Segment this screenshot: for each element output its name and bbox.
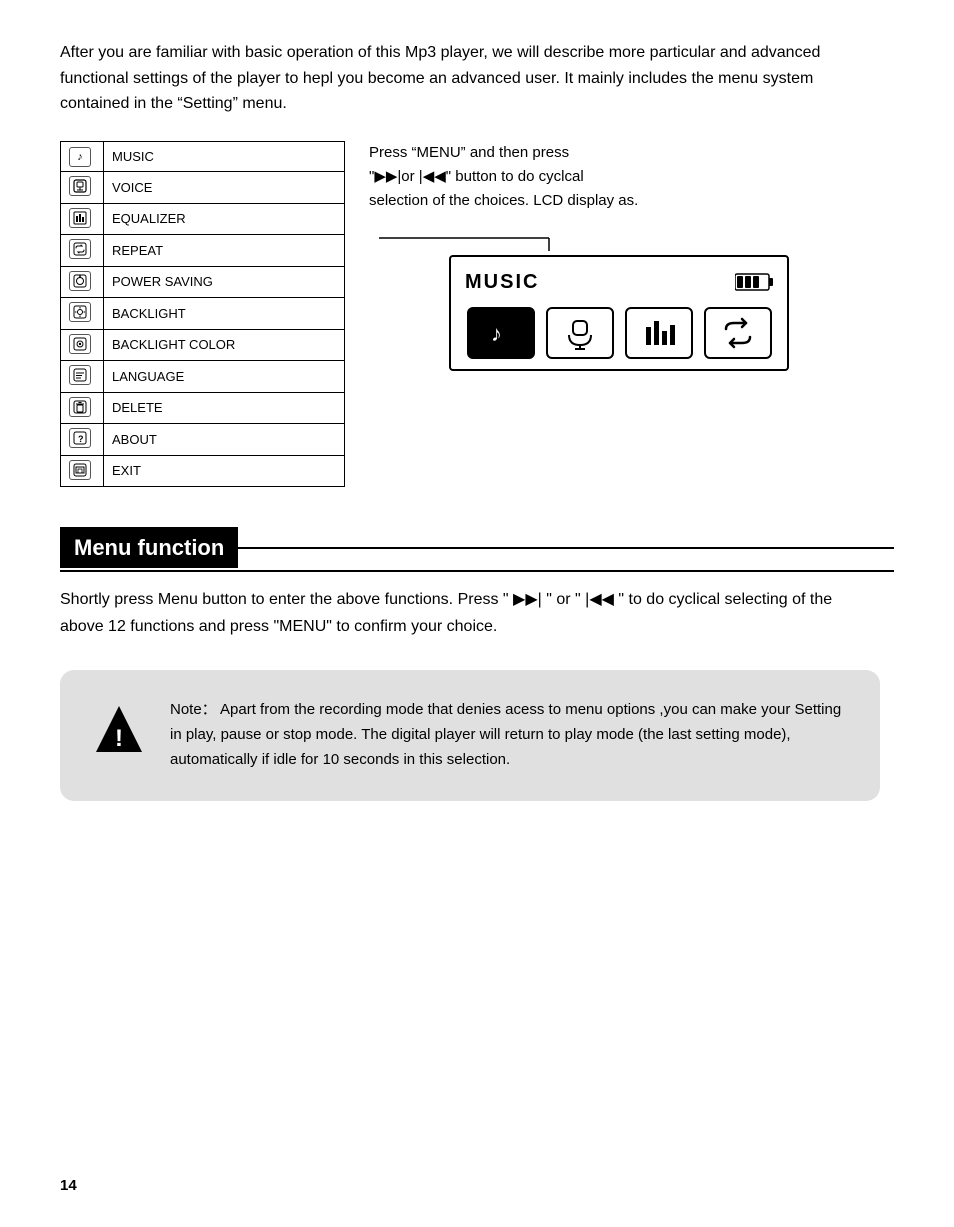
delete-icon — [69, 397, 91, 417]
music-icon-cell: ♪ — [61, 141, 104, 171]
music-icon: ♪ — [69, 147, 91, 167]
svg-text:?: ? — [78, 434, 84, 444]
table-row: BACKLIGHT — [61, 298, 345, 330]
menu-label-backlight-color: BACKLIGHT COLOR — [104, 329, 345, 361]
svg-text:!: ! — [115, 725, 123, 752]
section-title: Menu function — [60, 527, 238, 568]
menu-label-repeat: REPEAT — [104, 235, 345, 267]
table-row: POWER SAVING — [61, 266, 345, 298]
menu-label-backlight: BACKLIGHT — [104, 298, 345, 330]
warning-triangle-icon: ! — [92, 702, 146, 756]
language-icon-cell — [61, 361, 104, 393]
menu-label-voice: VOICE — [104, 172, 345, 204]
about-icon: ? — [69, 428, 91, 448]
desc-line3: selection of the choices. LCD display as… — [369, 192, 638, 209]
lcd-icons: ♪ — [465, 307, 773, 359]
desc-line1: Press “MENU” and then press — [369, 144, 569, 161]
page-number: 14 — [60, 1175, 77, 1198]
lcd-music-icon: ♪ — [467, 307, 535, 359]
equalizer-icon — [69, 208, 91, 228]
section-header: Menu function — [60, 527, 894, 572]
exit-icon — [69, 460, 91, 480]
menu-label-power-saving: POWER SAVING — [104, 266, 345, 298]
eq-icon-cell — [61, 203, 104, 235]
voice-icon-cell — [61, 172, 104, 204]
backlight-icon-cell — [61, 298, 104, 330]
backlight-color-icon — [69, 334, 91, 354]
menu-right-panel: Press “MENU” and then press "▶▶|or |◀◀" … — [369, 141, 789, 371]
table-row: ? ABOUT — [61, 424, 345, 456]
menu-function-text: Shortly press Menu button to enter the a… — [60, 586, 880, 640]
lcd-display: MUSIC ♪ — [449, 255, 789, 371]
backlight-color-icon-cell — [61, 329, 104, 361]
menu-label-exit: EXIT — [104, 455, 345, 487]
section-divider — [238, 547, 894, 549]
lcd-top: MUSIC — [465, 267, 773, 297]
table-row: LANGUAGE — [61, 361, 345, 393]
backlight-icon — [69, 302, 91, 322]
language-icon — [69, 365, 91, 385]
power-saving-icon — [69, 271, 91, 291]
table-row: ♪ MUSIC — [61, 141, 345, 171]
table-row: EXIT — [61, 455, 345, 487]
menu-label-language: LANGUAGE — [104, 361, 345, 393]
menu-section: ♪ MUSIC VOICE EQUALIZER — [60, 141, 894, 487]
table-row: VOICE — [61, 172, 345, 204]
note-text: Note： Apart from the recording mode that… — [170, 698, 848, 772]
delete-icon-cell — [61, 392, 104, 424]
lcd-repeat-icon — [704, 307, 772, 359]
exit-icon-cell — [61, 455, 104, 487]
about-icon-cell: ? — [61, 424, 104, 456]
repeat-icon-cell — [61, 235, 104, 267]
menu-label-music: MUSIC — [104, 141, 345, 171]
desc-line2: "▶▶|or |◀◀" button to do cyclcal — [369, 168, 584, 185]
power-icon-cell — [61, 266, 104, 298]
connector-svg — [369, 223, 729, 253]
menu-description: Press “MENU” and then press "▶▶|or |◀◀" … — [369, 141, 638, 213]
table-row: REPEAT — [61, 235, 345, 267]
menu-label-equalizer: EQUALIZER — [104, 203, 345, 235]
repeat-icon — [69, 239, 91, 259]
menu-label-delete: DELETE — [104, 392, 345, 424]
intro-paragraph: After you are familiar with basic operat… — [60, 40, 880, 117]
lcd-eq-icon — [625, 307, 693, 359]
menu-label-about: ABOUT — [104, 424, 345, 456]
table-row: DELETE — [61, 392, 345, 424]
lcd-voice-icon — [546, 307, 614, 359]
menu-table: ♪ MUSIC VOICE EQUALIZER — [60, 141, 345, 487]
note-box: ! Note： Apart from the recording mode th… — [60, 670, 880, 800]
lcd-title: MUSIC — [465, 267, 539, 297]
table-row: BACKLIGHT COLOR — [61, 329, 345, 361]
svg-text:♪: ♪ — [491, 321, 502, 346]
voice-icon — [69, 176, 91, 196]
table-row: EQUALIZER — [61, 203, 345, 235]
battery-icon — [735, 272, 773, 292]
